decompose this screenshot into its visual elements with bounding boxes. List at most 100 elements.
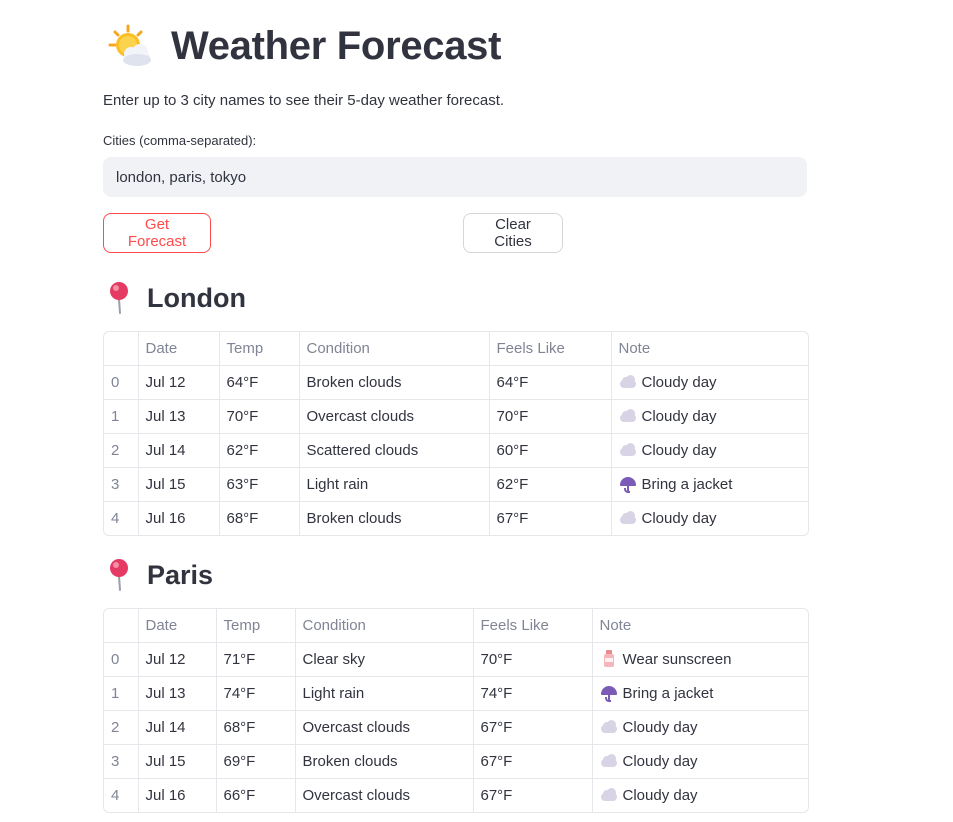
clear-cities-button[interactable]: Clear Cities <box>463 213 563 253</box>
temp-cell[interactable]: 71°F <box>216 642 296 677</box>
note-text: Cloudy day <box>622 786 698 804</box>
column-header-date[interactable]: Date <box>138 332 220 366</box>
note-cell[interactable]: Cloudy day <box>611 501 808 535</box>
table-row: 2 Jul 14 68°F Overcast clouds 67°F Cloud… <box>104 710 808 745</box>
date-cell[interactable]: Jul 15 <box>138 467 220 502</box>
condition-cell[interactable]: Light rain <box>295 676 474 711</box>
row-index: 3 <box>104 467 139 502</box>
cities-input[interactable] <box>103 157 807 197</box>
table-row: 3 Jul 15 63°F Light rain 62°F Bring a ja… <box>104 467 808 502</box>
get-forecast-button[interactable]: Get Forecast <box>103 213 211 253</box>
note-text: Cloudy day <box>641 407 717 425</box>
date-cell[interactable]: Jul 15 <box>138 744 217 779</box>
city-name: London <box>147 282 246 313</box>
temp-cell[interactable]: 63°F <box>219 467 300 502</box>
feels-like-cell[interactable]: 67°F <box>489 501 612 535</box>
cities-input-label: Cities (comma-separated): <box>103 133 257 148</box>
row-index: 4 <box>104 501 139 535</box>
condition-cell[interactable]: Broken clouds <box>299 365 490 400</box>
feels-like-cell[interactable]: 74°F <box>473 676 593 711</box>
condition-cell[interactable]: Scattered clouds <box>299 433 490 468</box>
table-row: 4 Jul 16 68°F Broken clouds 67°F Cloudy … <box>104 501 808 535</box>
cloud-icon <box>619 407 637 425</box>
note-cell[interactable]: Wear sunscreen <box>592 642 808 677</box>
note-cell[interactable]: Bring a jacket <box>611 467 808 502</box>
date-cell[interactable]: Jul 16 <box>138 778 217 812</box>
note-cell[interactable]: Cloudy day <box>611 433 808 468</box>
forecast-table-london[interactable]: Date Temp Condition Feels Like Note 0 Ju… <box>103 331 809 536</box>
column-header-feels-like[interactable]: Feels Like <box>473 609 593 643</box>
note-text: Bring a jacket <box>622 684 714 702</box>
feels-like-cell[interactable]: 62°F <box>489 467 612 502</box>
temp-cell[interactable]: 68°F <box>219 501 300 535</box>
condition-cell[interactable]: Overcast clouds <box>295 710 474 745</box>
forecast-table-paris[interactable]: Date Temp Condition Feels Like Note 0 Ju… <box>103 608 809 813</box>
condition-cell[interactable]: Broken clouds <box>295 744 474 779</box>
temp-cell[interactable]: 70°F <box>219 399 300 434</box>
column-header-index <box>104 332 139 366</box>
temp-cell[interactable]: 68°F <box>216 710 296 745</box>
temp-cell[interactable]: 62°F <box>219 433 300 468</box>
feels-like-cell[interactable]: 64°F <box>489 365 612 400</box>
umbrella-icon <box>600 684 618 702</box>
cloud-icon <box>600 752 618 770</box>
page-header: Weather Forecast <box>107 22 501 70</box>
temp-cell[interactable]: 64°F <box>219 365 300 400</box>
temp-cell[interactable]: 74°F <box>216 676 296 711</box>
temp-cell[interactable]: 69°F <box>216 744 296 779</box>
date-cell[interactable]: Jul 13 <box>138 399 220 434</box>
sun-behind-cloud-icon <box>107 23 153 69</box>
sunscreen-icon <box>600 650 618 668</box>
note-text: Cloudy day <box>622 752 698 770</box>
column-header-condition[interactable]: Condition <box>299 332 490 366</box>
table-row: 3 Jul 15 69°F Broken clouds 67°F Cloudy … <box>104 744 808 779</box>
city-header-london: London <box>107 281 246 315</box>
feels-like-cell[interactable]: 70°F <box>473 642 593 677</box>
condition-cell[interactable]: Overcast clouds <box>299 399 490 434</box>
date-cell[interactable]: Jul 14 <box>138 710 217 745</box>
row-index: 0 <box>104 365 139 400</box>
feels-like-cell[interactable]: 67°F <box>473 710 593 745</box>
note-cell[interactable]: Cloudy day <box>592 744 808 779</box>
date-cell[interactable]: Jul 16 <box>138 501 220 535</box>
column-header-index <box>104 609 139 643</box>
table-row: 0 Jul 12 71°F Clear sky 70°F Wear sunscr… <box>104 642 808 677</box>
feels-like-cell[interactable]: 60°F <box>489 433 612 468</box>
row-index: 1 <box>104 676 139 711</box>
row-index: 2 <box>104 433 139 468</box>
column-header-date[interactable]: Date <box>138 609 217 643</box>
column-header-note[interactable]: Note <box>592 609 808 643</box>
page-title: Weather Forecast <box>171 23 502 68</box>
table-row: 1 Jul 13 74°F Light rain 74°F Bring a ja… <box>104 676 808 711</box>
feels-like-cell[interactable]: 67°F <box>473 778 593 812</box>
cloud-icon <box>619 509 637 527</box>
condition-cell[interactable]: Clear sky <box>295 642 474 677</box>
feels-like-cell[interactable]: 67°F <box>473 744 593 779</box>
note-cell[interactable]: Cloudy day <box>611 399 808 434</box>
note-text: Cloudy day <box>641 509 717 527</box>
row-index: 3 <box>104 744 139 779</box>
date-cell[interactable]: Jul 12 <box>138 642 217 677</box>
temp-cell[interactable]: 66°F <box>216 778 296 812</box>
date-cell[interactable]: Jul 14 <box>138 433 220 468</box>
column-header-feels-like[interactable]: Feels Like <box>489 332 612 366</box>
note-cell[interactable]: Cloudy day <box>592 778 808 812</box>
feels-like-cell[interactable]: 70°F <box>489 399 612 434</box>
date-cell[interactable]: Jul 12 <box>138 365 220 400</box>
column-header-temp[interactable]: Temp <box>216 609 296 643</box>
condition-cell[interactable]: Overcast clouds <box>295 778 474 812</box>
column-header-condition[interactable]: Condition <box>295 609 474 643</box>
condition-cell[interactable]: Broken clouds <box>299 501 490 535</box>
row-index: 1 <box>104 399 139 434</box>
note-cell[interactable]: Bring a jacket <box>592 676 808 711</box>
table-header-row: Date Temp Condition Feels Like Note <box>104 609 808 643</box>
condition-cell[interactable]: Light rain <box>299 467 490 502</box>
table-row: 4 Jul 16 66°F Overcast clouds 67°F Cloud… <box>104 778 808 812</box>
city-header-paris: Paris <box>107 558 213 592</box>
note-cell[interactable]: Cloudy day <box>592 710 808 745</box>
column-header-temp[interactable]: Temp <box>219 332 300 366</box>
date-cell[interactable]: Jul 13 <box>138 676 217 711</box>
note-cell[interactable]: Cloudy day <box>611 365 808 400</box>
row-index: 0 <box>104 642 139 677</box>
column-header-note[interactable]: Note <box>611 332 808 366</box>
